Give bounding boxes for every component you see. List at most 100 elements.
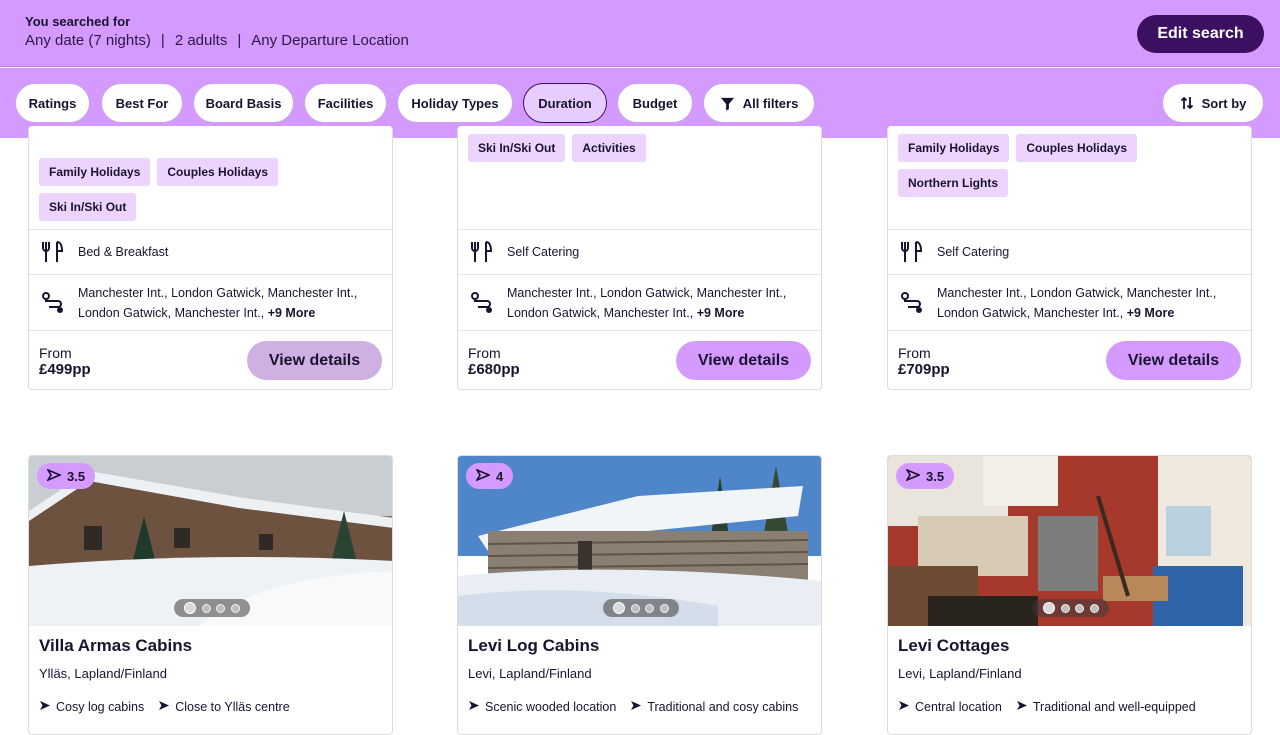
price-row: From £499pp View details <box>29 330 392 389</box>
filter-ratings[interactable]: Ratings <box>15 83 90 123</box>
hotel-location: Levi, Lapland/Finland <box>898 666 1022 681</box>
tag: Couples Holidays <box>1016 134 1138 162</box>
carousel-dot[interactable] <box>1042 602 1055 614</box>
feature-item: Scenic wooded location <box>468 700 616 714</box>
price: £499pp <box>39 361 91 378</box>
arrow-icon <box>468 700 480 714</box>
separator: | <box>237 32 242 49</box>
hotel-location: Levi, Lapland/Finland <box>468 666 592 681</box>
departures-text: Manchester Int., London Gatwick, Manches… <box>937 283 1241 323</box>
carousel-dot[interactable] <box>1090 603 1100 613</box>
rating-badge: 4 <box>466 463 514 489</box>
hotel-photo[interactable]: 3.5 <box>888 456 1251 626</box>
feature-list: Central location Traditional and well-eq… <box>898 700 1196 714</box>
arrow-icon <box>630 700 642 714</box>
view-details-button[interactable]: View details <box>1106 341 1241 380</box>
carousel-dots[interactable] <box>1033 599 1109 617</box>
tag: Ski In/Ski Out <box>39 193 137 221</box>
hotel-name[interactable]: Levi Cottages <box>898 636 1009 656</box>
all-filters-button[interactable]: All filters <box>703 83 815 123</box>
arrow-icon <box>898 700 910 714</box>
carousel-dots[interactable] <box>174 599 250 617</box>
hotel-photo[interactable]: 4 <box>458 456 821 626</box>
route-icon <box>900 291 924 315</box>
filter-facilities[interactable]: Facilities <box>304 83 387 123</box>
route-icon <box>470 291 494 315</box>
carousel-dot[interactable] <box>183 602 196 614</box>
feature-text: Traditional and cosy cabins <box>647 700 799 714</box>
tripadvisor-arrow-icon <box>475 467 492 484</box>
carousel-dot[interactable] <box>231 603 241 613</box>
carousel-dot[interactable] <box>216 603 226 613</box>
carousel-dot[interactable] <box>645 603 655 613</box>
feature-item: Traditional and cosy cabins <box>630 700 798 714</box>
hotel-name[interactable]: Levi Log Cabins <box>468 636 599 656</box>
board-basis-row: Self Catering <box>888 229 1251 274</box>
carousel-dot[interactable] <box>660 603 670 613</box>
hotel-card[interactable]: 4 Levi Log Cabins Levi, Lapland/Finland … <box>457 455 822 735</box>
board-basis: Bed & Breakfast <box>78 245 169 259</box>
filter-budget[interactable]: Budget <box>617 83 693 123</box>
hotel-card[interactable]: 3.5 Levi Cottages Levi, Lapland/Finland … <box>887 455 1252 735</box>
search-departure: Any Departure Location <box>251 32 409 49</box>
more-departures-link[interactable]: +9 More <box>268 306 316 320</box>
view-details-button[interactable]: View details <box>247 341 382 380</box>
board-basis: Self Catering <box>937 245 1010 259</box>
searched-label: You searched for <box>25 14 131 29</box>
rating-value: 3.5 <box>67 468 86 484</box>
departures-row: Manchester Int., London Gatwick, Manches… <box>29 274 392 330</box>
hotel-photo[interactable]: 3.5 <box>29 456 392 626</box>
edit-search-button[interactable]: Edit search <box>1137 15 1264 53</box>
board-basis: Self Catering <box>507 245 580 259</box>
carousel-dot[interactable] <box>201 603 211 613</box>
feature-item: Close to Ylläs centre <box>158 700 290 714</box>
filter-best-for[interactable]: Best For <box>101 83 183 123</box>
holiday-card: Ski In/Ski Out Activities Self Catering … <box>457 126 822 390</box>
arrow-icon <box>39 700 51 714</box>
more-departures-link[interactable]: +9 More <box>697 306 745 320</box>
holiday-card: Family Holidays Couples Holidays Norther… <box>887 126 1252 390</box>
feature-list: Scenic wooded location Traditional and c… <box>468 700 798 714</box>
feature-text: Traditional and well-equipped <box>1032 700 1196 714</box>
rating-badge: 3.5 <box>37 463 96 489</box>
tripadvisor-arrow-icon <box>905 467 922 484</box>
filter-board-basis[interactable]: Board Basis <box>193 83 294 123</box>
cutlery-icon <box>900 240 924 264</box>
board-basis-row: Self Catering <box>458 229 821 274</box>
tag: Family Holidays <box>39 158 151 186</box>
sort-by-label: Sort by <box>1201 95 1247 111</box>
rating-badge: 3.5 <box>896 463 955 489</box>
filter-duration[interactable]: Duration <box>523 83 607 123</box>
more-departures-link[interactable]: +9 More <box>1127 306 1175 320</box>
hotel-card[interactable]: 3.5 Villa Armas Cabins Ylläs, Lapland/Fi… <box>28 455 393 735</box>
filter-holiday-types[interactable]: Holiday Types <box>397 83 513 123</box>
from-label: From <box>39 345 72 361</box>
search-summary: Any date (7 nights) | 2 adults | Any Dep… <box>25 32 409 49</box>
tag: Family Holidays <box>898 134 1010 162</box>
carousel-dot[interactable] <box>630 603 640 613</box>
tag-list: Ski In/Ski Out Activities <box>468 134 808 162</box>
carousel-dot[interactable] <box>1060 603 1070 613</box>
view-details-button[interactable]: View details <box>676 341 811 380</box>
cutlery-icon <box>470 240 494 264</box>
route-icon <box>41 291 65 315</box>
holiday-card: Family Holidays Couples Holidays Ski In/… <box>28 126 393 390</box>
from-label: From <box>898 345 931 361</box>
departures-list: Manchester Int., London Gatwick, Manches… <box>78 285 358 320</box>
feature-item: Cosy log cabins <box>39 700 144 714</box>
carousel-dots[interactable] <box>603 599 679 617</box>
departures-list: Manchester Int., London Gatwick, Manches… <box>507 285 787 320</box>
filter-icon <box>720 96 735 111</box>
price: £680pp <box>468 361 520 378</box>
carousel-dot[interactable] <box>1075 603 1085 613</box>
departures-list: Manchester Int., London Gatwick, Manches… <box>937 285 1217 320</box>
departures-row: Manchester Int., London Gatwick, Manches… <box>458 274 821 330</box>
rating-value: 4 <box>496 468 504 484</box>
price-row: From £709pp View details <box>888 330 1251 389</box>
search-guests: 2 adults <box>174 32 228 49</box>
carousel-dot[interactable] <box>612 602 625 614</box>
feature-list: Cosy log cabins Close to Ylläs centre <box>39 700 290 714</box>
sort-by-button[interactable]: Sort by <box>1162 83 1264 123</box>
tripadvisor-arrow-icon <box>46 467 63 484</box>
hotel-name[interactable]: Villa Armas Cabins <box>39 636 192 656</box>
